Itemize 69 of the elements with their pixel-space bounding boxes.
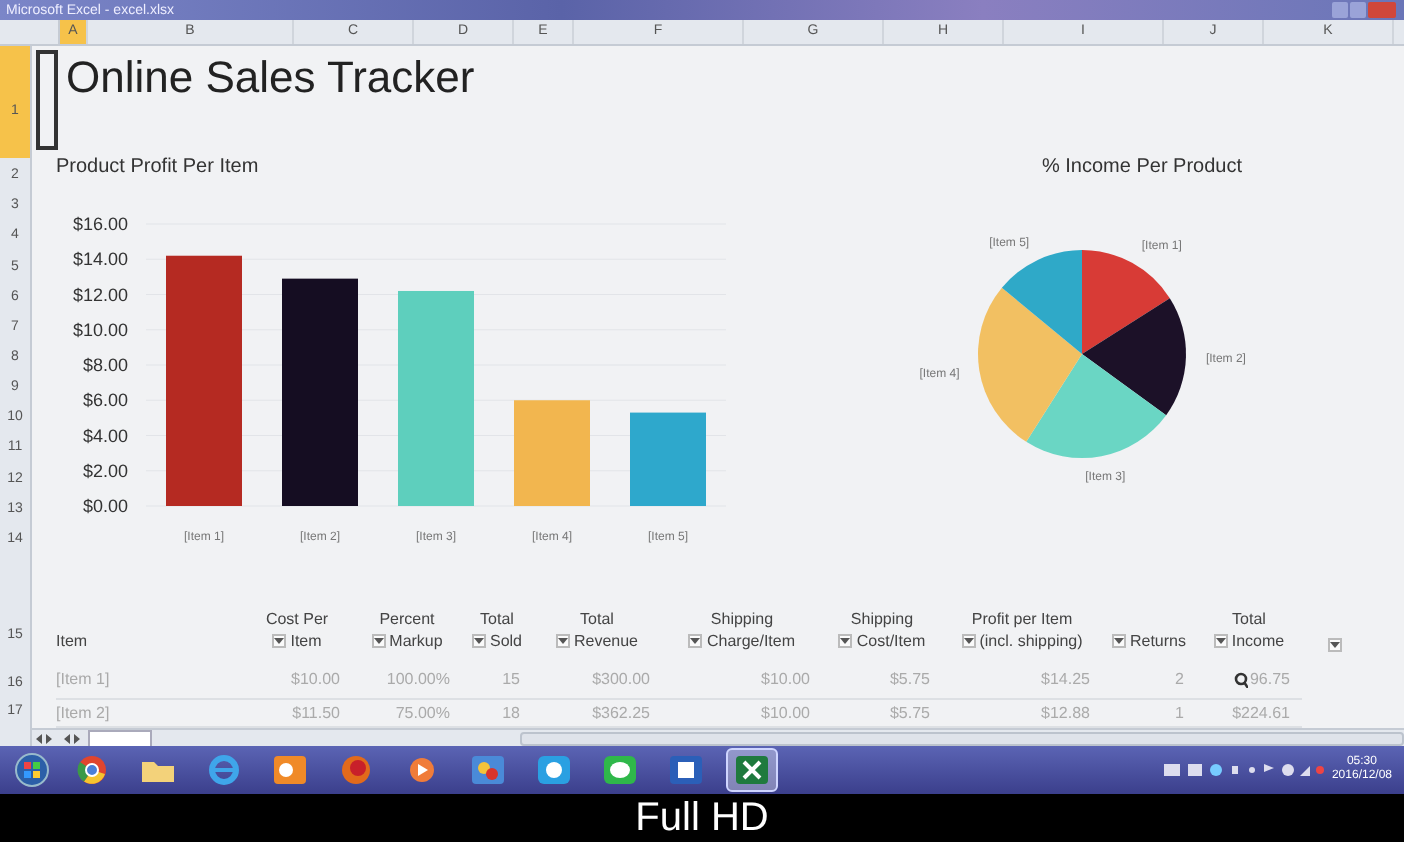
table-cell: $300.00 <box>532 660 662 700</box>
column-heading: Total <box>480 608 514 630</box>
chart-title: Product Profit Per Item <box>56 156 259 182</box>
column-heading: Revenue <box>573 630 639 652</box>
filter-button[interactable] <box>961 634 976 648</box>
filter-button[interactable] <box>1327 638 1341 652</box>
table-cell: $10.00 <box>662 660 822 700</box>
folder-icon <box>140 756 176 784</box>
chat-icon <box>536 754 572 786</box>
axis-label: $4.00 <box>82 425 128 446</box>
horizontal-scrollbar[interactable] <box>520 731 1404 745</box>
column-heading: Cost Per <box>265 608 329 630</box>
filter-button[interactable] <box>1213 634 1228 648</box>
table-cell: 15 <box>462 660 532 700</box>
spreadsheet-icon <box>734 754 770 786</box>
table-cell: [Item 1] <box>56 660 242 700</box>
bubble-icon <box>602 754 638 786</box>
axis-label: $16.00 <box>72 214 128 234</box>
axis-label: $6.00 <box>82 390 128 411</box>
chart-title: % Income Per Product <box>1041 156 1243 182</box>
column-heading: Total <box>580 608 614 630</box>
start-button[interactable] <box>12 748 52 792</box>
axis-label: $8.00 <box>82 355 128 375</box>
column-heading: Shipping <box>850 608 914 630</box>
tray-icons[interactable] <box>1163 762 1324 778</box>
filter-button[interactable] <box>471 634 486 648</box>
table-cell: 2 <box>1102 660 1196 700</box>
filter-button[interactable] <box>838 634 853 648</box>
column-heading: Markup <box>389 630 443 652</box>
axis-label: $2.00 <box>82 460 128 481</box>
column-heading: (incl. shipping) <box>979 630 1083 652</box>
filter-button[interactable] <box>555 634 570 648</box>
axis-label: $12.00 <box>72 284 128 305</box>
player-icon <box>408 756 436 784</box>
table-cell: $14.25 <box>942 660 1102 700</box>
column-heading: Sold <box>489 630 522 652</box>
taskbar-button[interactable] <box>726 748 778 792</box>
mail-icon <box>272 754 308 786</box>
table-cell: $10.00 <box>242 660 352 700</box>
column-heading: Returns <box>1129 630 1186 652</box>
sheet-tab[interactable] <box>88 729 152 747</box>
filter-button[interactable] <box>272 634 287 648</box>
document-icon <box>668 754 704 786</box>
browser-icon <box>76 754 108 786</box>
column-heading: Profit per Item <box>971 608 1073 630</box>
filter-button[interactable] <box>371 634 386 648</box>
column-heading: Total <box>1232 608 1266 630</box>
column-heading: Shipping <box>710 608 774 630</box>
filter-button[interactable] <box>688 634 703 648</box>
selected-cell[interactable] <box>36 50 58 150</box>
column-heading: Item <box>290 630 322 652</box>
column-heading: Charge/Item <box>706 630 796 652</box>
table-cell: 96.75 <box>1196 660 1302 700</box>
axis-label: $14.00 <box>72 249 128 270</box>
column-heading: Percent <box>379 608 435 630</box>
column-heading: Income <box>1231 630 1285 652</box>
globe-icon <box>208 754 240 786</box>
paint-icon <box>470 754 506 786</box>
column-heading: Cost/Item <box>856 630 926 652</box>
filter-button[interactable] <box>1111 634 1126 648</box>
column-heading: Item <box>56 630 88 652</box>
caption: Full HD <box>633 794 771 842</box>
axis-label: $10.00 <box>72 319 128 340</box>
fox-icon <box>340 754 372 786</box>
axis-label: $0.00 <box>82 496 128 516</box>
sheet-title: Online Sales Tracker <box>66 50 475 106</box>
table-cell: $5.75 <box>822 660 942 700</box>
table-cell: 100.00% <box>352 660 462 700</box>
sheet-nav-icon[interactable] <box>36 733 80 743</box>
